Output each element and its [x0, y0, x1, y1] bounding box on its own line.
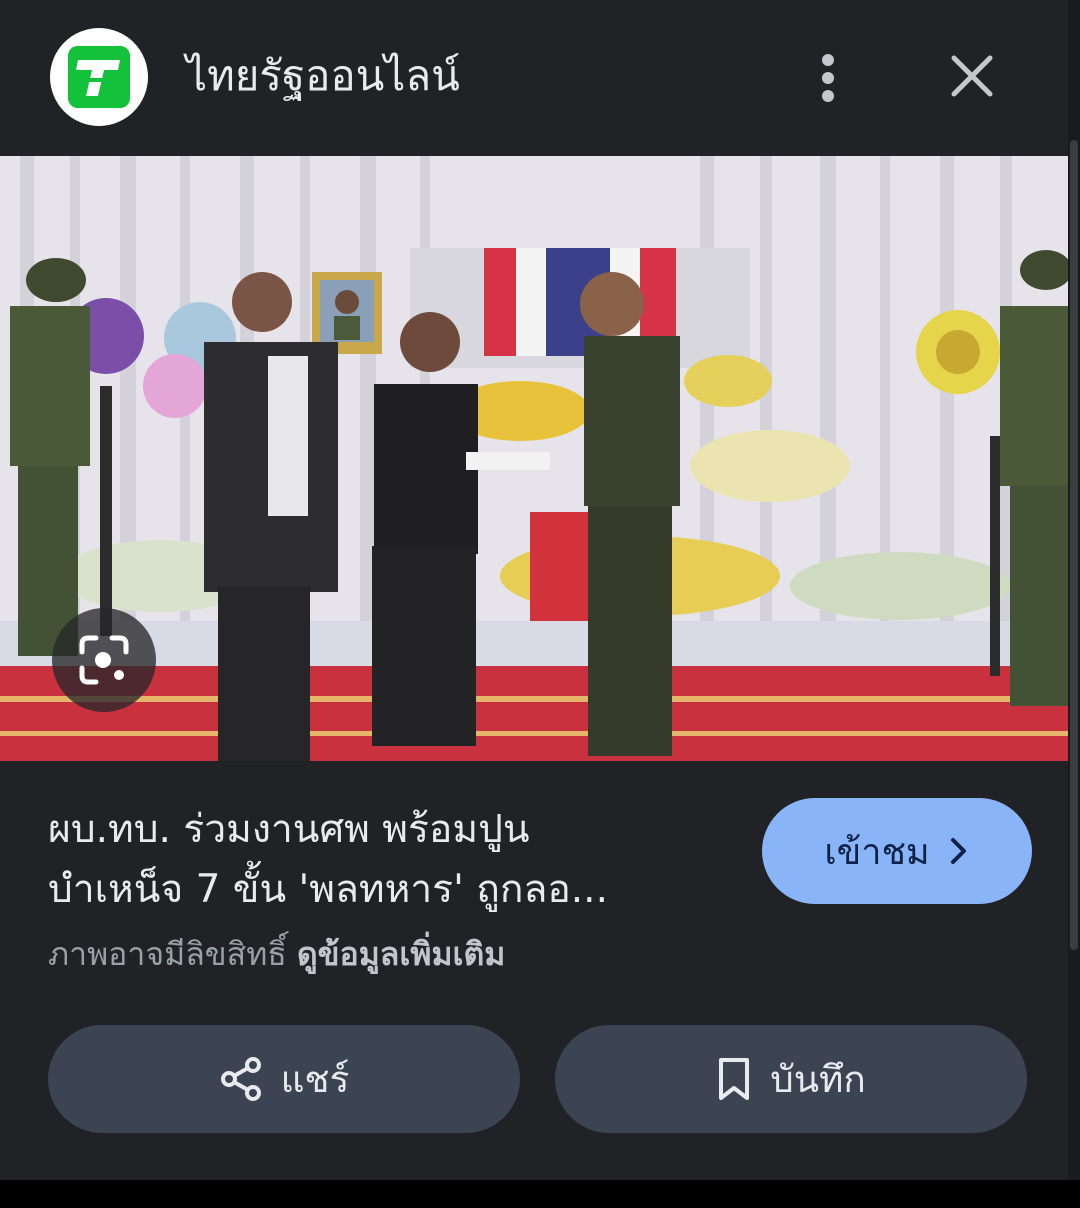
- copyright-notice: ภาพอาจมีลิขสิทธิ์ ดูข้อมูลเพิ่มเติม: [48, 930, 505, 978]
- more-options-button[interactable]: [798, 46, 858, 110]
- scrollbar-thumb[interactable]: [1070, 140, 1078, 950]
- close-icon: [951, 55, 993, 97]
- visit-button[interactable]: เข้าชม: [762, 798, 1032, 904]
- share-button[interactable]: แชร์: [48, 1025, 520, 1133]
- system-nav-bar: [0, 1180, 1080, 1208]
- chevron-right-icon: [950, 838, 966, 864]
- share-button-label: แชร์: [280, 1057, 350, 1101]
- site-logo[interactable]: [50, 28, 148, 126]
- google-lens-button[interactable]: [52, 608, 156, 712]
- preview-image[interactable]: [0, 156, 1068, 761]
- lens-icon: [79, 635, 129, 685]
- more-info-link[interactable]: ดูข้อมูลเพิ่มเติม: [297, 935, 506, 973]
- close-button[interactable]: [940, 48, 1004, 108]
- image-title-line: บำเหน็จ 7 ขั้น 'พลทหาร' ถูกลอ...: [48, 867, 608, 912]
- share-icon: [220, 1057, 261, 1101]
- copyright-text: ภาพอาจมีลิขสิทธิ์: [48, 935, 287, 973]
- save-button-label: บันทึก: [770, 1057, 866, 1101]
- bookmark-icon: [719, 1058, 750, 1100]
- image-title-line: ผบ.ทบ. ร่วมงานศพ พร้อมปูน: [48, 807, 530, 852]
- thairath-logo-icon: [68, 46, 130, 108]
- image-title[interactable]: ผบ.ทบ. ร่วมงานศพ พร้อมปูน บำเหน็จ 7 ขั้น…: [48, 800, 728, 920]
- save-button[interactable]: บันทึก: [555, 1025, 1027, 1133]
- visit-button-label: เข้าชม: [824, 831, 930, 873]
- site-name[interactable]: ไทยรัฐออนไลน์: [186, 48, 460, 104]
- more-vert-icon: [822, 54, 834, 102]
